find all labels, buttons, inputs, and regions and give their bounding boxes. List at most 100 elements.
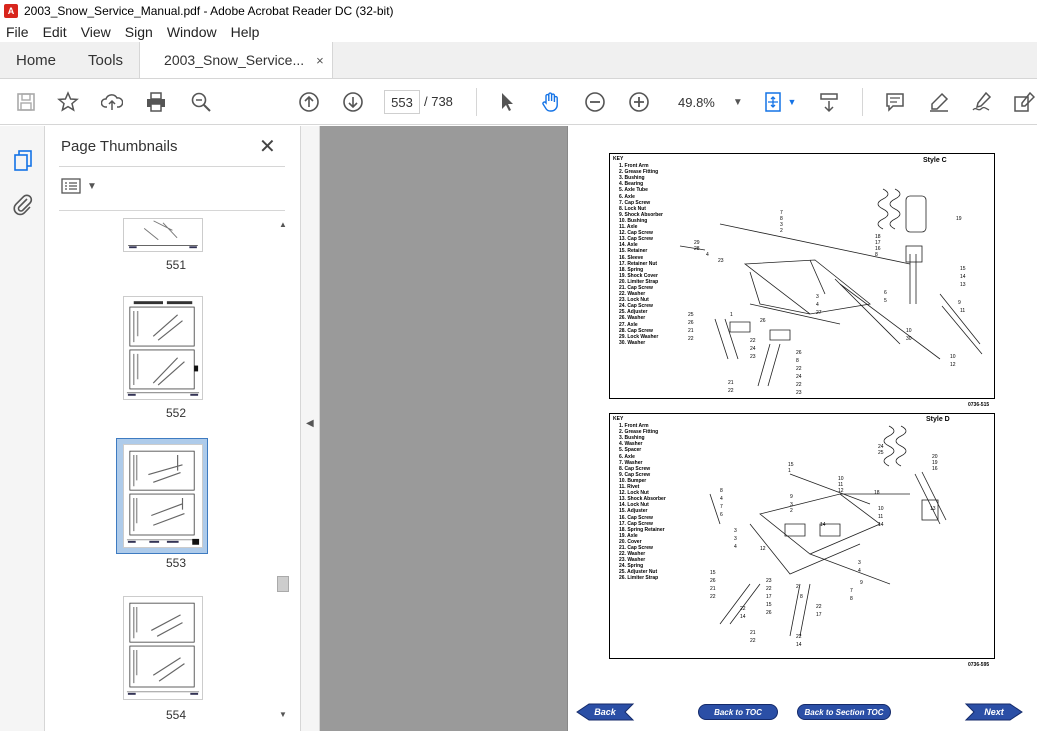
back-label: Back: [594, 707, 616, 717]
svg-text:4: 4: [720, 496, 723, 502]
left-navigation-rail: [0, 126, 45, 731]
select-arrow-icon[interactable]: [495, 91, 519, 113]
next-label: Next: [984, 707, 1004, 717]
edit-icon[interactable]: [1012, 91, 1036, 113]
thumbnail-page-552[interactable]: [123, 296, 203, 400]
svg-text:7: 7: [850, 588, 853, 594]
zoom-out-icon[interactable]: [583, 91, 607, 113]
panel-collapse-strip[interactable]: ◀: [301, 126, 320, 731]
next-nav-button[interactable]: Next: [964, 703, 1024, 721]
svg-text:8: 8: [850, 596, 853, 602]
zoom-in-icon[interactable]: [627, 91, 651, 113]
svg-text:22: 22: [816, 604, 822, 610]
svg-text:23: 23: [766, 578, 772, 584]
menu-help[interactable]: Help: [225, 24, 268, 40]
toolbar-divider: [862, 88, 863, 116]
next-page-icon[interactable]: [341, 91, 365, 113]
window-titlebar: A 2003_Snow_Service_Manual.pdf - Adobe A…: [0, 0, 1037, 22]
thumbnail-scrollbar[interactable]: ▲ ▼: [275, 216, 291, 726]
find-icon[interactable]: [189, 91, 213, 113]
exploded-diagram-c: 7832 2928423 1817168 19151413 9111030 10…: [679, 188, 983, 396]
thumbnail-label: 551: [165, 258, 187, 272]
window-title: 2003_Snow_Service_Manual.pdf - Adobe Acr…: [24, 4, 394, 18]
page-number-input[interactable]: 553: [384, 90, 420, 114]
page-total: / 738: [424, 94, 453, 109]
svg-text:10: 10: [906, 328, 912, 334]
svg-text:1: 1: [730, 312, 733, 318]
svg-text:8: 8: [720, 488, 723, 494]
figure-code: 0736-515: [968, 402, 990, 408]
svg-text:9: 9: [958, 300, 961, 306]
menu-edit[interactable]: Edit: [37, 24, 75, 40]
bookmark-star-icon[interactable]: [56, 91, 80, 113]
svg-text:3: 3: [734, 536, 737, 542]
zoom-level-value: 49.8%: [678, 94, 715, 110]
fit-page-icon[interactable]: [762, 91, 786, 113]
svg-text:8: 8: [796, 358, 799, 364]
print-icon[interactable]: [144, 91, 168, 113]
page-thumbnails-icon[interactable]: [11, 148, 35, 172]
svg-text:4: 4: [816, 302, 819, 308]
svg-text:8: 8: [800, 594, 803, 600]
figure-style-c: KEY 1. Front Arm 2. Grease Fitting 3. Bush…: [609, 153, 995, 408]
panel-divider: [59, 166, 285, 167]
thumbnail-page-551[interactable]: [123, 218, 203, 252]
scroll-mode-icon[interactable]: [817, 91, 841, 113]
back-to-section-toc-button[interactable]: Back to Section TOC: [797, 704, 891, 720]
svg-text:7: 7: [720, 504, 723, 510]
svg-text:4: 4: [706, 252, 709, 258]
svg-text:22: 22: [796, 382, 802, 388]
toolbar-divider: [476, 88, 477, 116]
menu-sign[interactable]: Sign: [119, 24, 161, 40]
tab-tools[interactable]: Tools: [72, 42, 139, 78]
highlight-icon[interactable]: [927, 91, 951, 113]
svg-text:22: 22: [796, 366, 802, 372]
scroll-down-icon[interactable]: ▼: [279, 710, 287, 719]
svg-text:23: 23: [796, 390, 802, 396]
tab-document[interactable]: 2003_Snow_Service... ×: [139, 42, 333, 78]
figure-code: 0736-595: [968, 662, 990, 668]
svg-text:14: 14: [878, 522, 884, 528]
back-to-toc-button[interactable]: Back to TOC: [698, 704, 778, 720]
svg-text:22: 22: [688, 336, 694, 342]
menu-view[interactable]: View: [75, 24, 119, 40]
tab-home[interactable]: Home: [0, 42, 72, 78]
scroll-up-icon[interactable]: ▲: [279, 220, 287, 229]
svg-text:18: 18: [874, 490, 880, 496]
thumbnail-options-button[interactable]: ▼: [61, 178, 97, 194]
attachments-paperclip-icon[interactable]: [11, 192, 35, 216]
svg-text:24: 24: [750, 346, 756, 352]
hand-icon[interactable]: [539, 91, 563, 113]
menu-window[interactable]: Window: [161, 24, 225, 40]
previous-page-icon[interactable]: [297, 91, 321, 113]
thumbnail-label: 554: [165, 708, 187, 722]
svg-text:17: 17: [766, 594, 772, 600]
comment-icon[interactable]: [883, 91, 907, 113]
zoom-level-select[interactable]: 49.8% ▼: [670, 90, 743, 114]
svg-text:1: 1: [788, 468, 791, 474]
close-icon[interactable]: ✕: [259, 134, 276, 159]
exploded-diagram-d: 15184 762425 20191618 10111413 1011129 3…: [709, 425, 947, 648]
list-options-icon: [61, 178, 81, 194]
svg-text:14: 14: [820, 522, 826, 528]
thumbnail-page-553[interactable]: [123, 444, 203, 548]
save-icon[interactable]: [14, 91, 38, 113]
svg-text:10: 10: [950, 354, 956, 360]
svg-text:11: 11: [878, 514, 883, 520]
svg-text:10: 10: [878, 506, 884, 512]
svg-text:26: 26: [710, 578, 716, 584]
back-nav-button[interactable]: Back: [575, 703, 635, 721]
fit-page-dropdown-icon[interactable]: ▼: [786, 91, 798, 113]
svg-text:25: 25: [688, 312, 694, 318]
tab-close-icon[interactable]: ×: [316, 53, 324, 68]
svg-text:15: 15: [766, 602, 772, 608]
scrollbar-thumb[interactable]: [277, 576, 289, 592]
svg-text:2: 2: [780, 228, 783, 234]
svg-text:4: 4: [734, 544, 737, 550]
menu-file[interactable]: File: [0, 24, 37, 40]
sign-icon[interactable]: [970, 91, 994, 113]
thumbnail-page-554[interactable]: [123, 596, 203, 700]
svg-text:11: 11: [960, 308, 965, 314]
collapse-arrow-icon[interactable]: ◀: [306, 418, 314, 429]
upload-icon[interactable]: [100, 91, 124, 113]
